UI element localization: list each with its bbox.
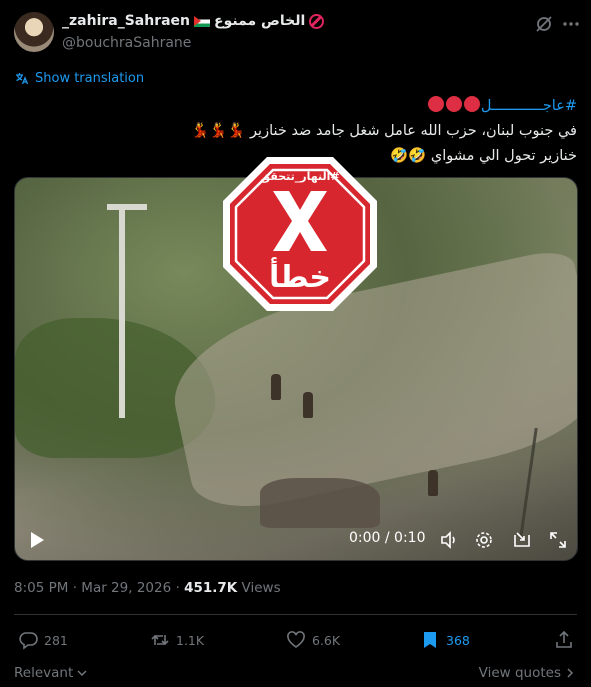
- heart-icon: [287, 631, 305, 648]
- show-translation-label[interactable]: Show translation: [35, 71, 144, 86]
- fact-check-verdict: خطأ: [268, 260, 332, 295]
- chevron-down-icon: [77, 670, 87, 677]
- fact-check-label: #النهار_تتحقق: [260, 170, 340, 183]
- tweet-line-1: #عاجــــــــــــل: [7, 94, 577, 119]
- view-quotes-label: View quotes: [478, 665, 561, 681]
- no-entry-icon: [309, 13, 325, 29]
- hashtag-link[interactable]: #عاجــــــــــــل: [481, 98, 577, 114]
- reply-count: 281: [44, 632, 68, 648]
- meta-separator: ·: [175, 580, 180, 596]
- grok-icon[interactable]: [534, 14, 554, 34]
- views-label: Views: [241, 580, 281, 596]
- share-button[interactable]: [554, 630, 574, 650]
- views-count: 451.7K: [184, 580, 238, 596]
- show-translation-link[interactable]: Show translation: [14, 71, 144, 86]
- like-button[interactable]: 6.6K: [286, 630, 340, 650]
- bookmark-icon: [424, 632, 436, 648]
- divider: [14, 614, 577, 615]
- tweet-date[interactable]: Mar 29, 2026: [81, 580, 171, 596]
- video-scene-figure: [303, 392, 313, 418]
- tweet-line-2: في جنوب لبنان، حزب الله عامل شغل جامد ضد…: [191, 123, 577, 139]
- tweet-meta: 8:05 PM · Mar 29, 2026 · 451.7K Views: [14, 580, 281, 596]
- display-name[interactable]: _zahira_Sahraen: [62, 13, 190, 29]
- palestine-flag-icon: [194, 15, 211, 27]
- reply-button[interactable]: 281: [18, 630, 68, 650]
- video-scene-figure: [271, 374, 281, 400]
- reply-icon: [19, 632, 38, 650]
- video-scene-pole: [119, 208, 125, 418]
- author-handle[interactable]: @bouchraSahrane: [62, 35, 191, 51]
- like-count: 6.6K: [312, 632, 341, 648]
- relevant-label: Relevant: [14, 665, 74, 681]
- meta-separator: ·: [72, 580, 77, 596]
- repost-button[interactable]: 1.1K: [150, 630, 204, 650]
- bookmark-button[interactable]: 368: [420, 630, 470, 650]
- share-icon: [556, 630, 572, 648]
- volume-icon[interactable]: [439, 530, 459, 550]
- author-name-line[interactable]: _zahira_Sahraen الخاص ممنوع: [62, 13, 325, 29]
- video-scene-wreck: [260, 478, 380, 528]
- picture-in-picture-icon[interactable]: [512, 530, 532, 550]
- bookmark-count: 368: [446, 632, 470, 648]
- video-scene-lamp: [107, 204, 147, 210]
- tweet-time[interactable]: 8:05 PM: [14, 580, 68, 596]
- fullscreen-icon[interactable]: [548, 530, 568, 550]
- settings-gear-icon[interactable]: [474, 530, 494, 550]
- view-quotes-link[interactable]: View quotes: [479, 665, 575, 681]
- translate-icon: [16, 73, 29, 85]
- more-options-icon[interactable]: [561, 14, 581, 34]
- video-timecode: 0:00 / 0:10: [349, 530, 426, 546]
- avatar[interactable]: [14, 12, 54, 52]
- name-suffix[interactable]: الخاص ممنوع: [214, 13, 305, 29]
- red-circle-icon: [463, 96, 480, 112]
- chevron-right-icon: [567, 668, 574, 678]
- red-circle-icon: [427, 96, 444, 112]
- play-icon[interactable]: [27, 530, 47, 550]
- repost-icon: [151, 634, 169, 646]
- repost-count: 1.1K: [176, 632, 205, 648]
- red-circle-icon: [445, 96, 462, 112]
- relevant-sort-dropdown[interactable]: Relevant: [14, 665, 88, 681]
- video-scene-figure: [428, 470, 438, 496]
